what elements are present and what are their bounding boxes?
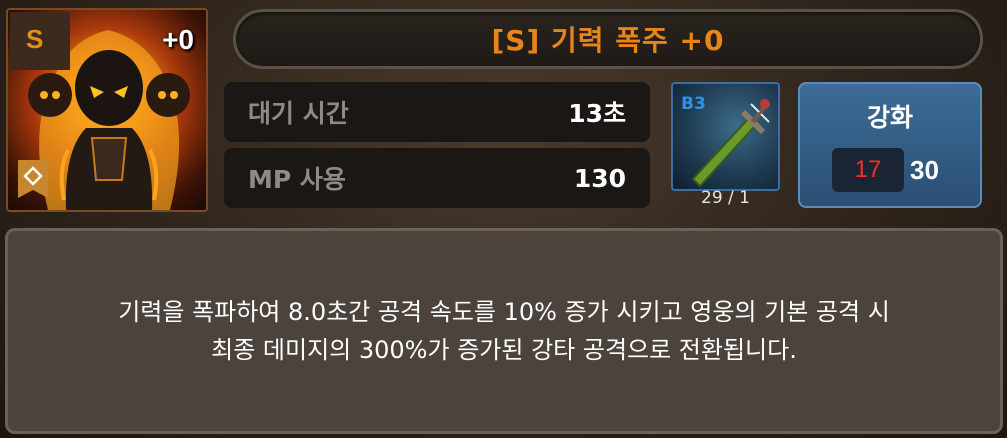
enhance-button[interactable]: 강화 17 30 — [798, 82, 982, 208]
enhance-button-label: 강화 — [866, 103, 913, 132]
description-line: 기력을 폭파하여 8.0초간 공격 속도를 10% 증가 시키고 영웅의 기본 … — [118, 298, 890, 326]
cooldown-label: 대기 시간 — [248, 99, 349, 128]
skill-title: [S] 기력 폭주 +0 — [491, 24, 725, 57]
skill-icon: S +0 — [6, 8, 208, 212]
enhance-material-slot[interactable]: B3 — [671, 82, 780, 191]
skill-type-banner-icon — [18, 160, 48, 198]
skill-level-label: +0 — [162, 24, 194, 55]
skill-description-panel: 기력을 폭파하여 8.0초간 공격 속도를 10% 증가 시키고 영웅의 기본 … — [5, 228, 1003, 434]
skill-grade-badge: S — [10, 12, 70, 70]
cooldown-row: 대기 시간 13초 — [224, 82, 650, 142]
material-count: 29 / 1 — [701, 188, 750, 208]
skill-title-bar: [S] 기력 폭주 +0 — [233, 9, 983, 69]
item-grade-label: B3 — [681, 94, 706, 114]
mp-cost-label: MP 사용 — [248, 165, 346, 194]
description-line: 최종 데미지의 300%가 증가된 강타 공격으로 전환됩니다. — [211, 336, 797, 364]
cooldown-value: 13초 — [568, 99, 626, 128]
enhance-current-value: 17 — [832, 148, 904, 192]
mp-cost-value: 130 — [573, 163, 626, 193]
enhance-max-value: 30 — [910, 154, 939, 185]
mp-cost-row: MP 사용 130 — [224, 148, 650, 208]
